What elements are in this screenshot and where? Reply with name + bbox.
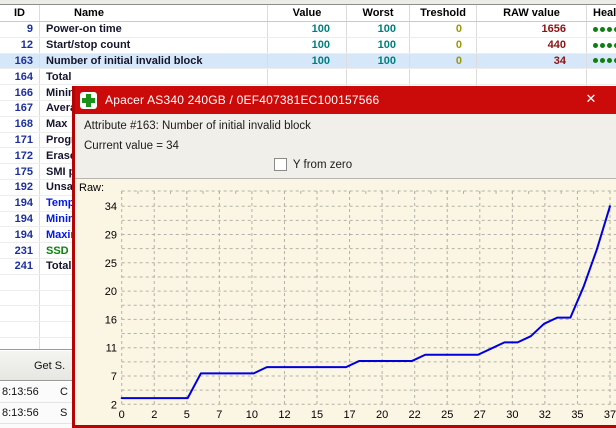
health-dots bbox=[587, 54, 616, 69]
log-message: S bbox=[60, 407, 68, 419]
y-from-zero-checkbox[interactable] bbox=[273, 158, 287, 171]
svg-text:30: 30 bbox=[506, 409, 518, 421]
svg-text:32: 32 bbox=[539, 409, 551, 421]
header-name[interactable]: Name bbox=[40, 5, 268, 21]
table-row[interactable]: 9 Power-on time 100 100 0 1656 bbox=[0, 22, 616, 38]
attribute-graph-dialog: Apacer AS340 240GB / 0EF407381EC10015756… bbox=[72, 86, 616, 428]
log-timestamp: 8:13:56 bbox=[2, 386, 39, 398]
svg-text:15: 15 bbox=[311, 409, 323, 421]
health-dot-icon bbox=[593, 58, 598, 64]
header-id[interactable]: ID bbox=[0, 5, 40, 21]
svg-text:22: 22 bbox=[409, 409, 421, 421]
svg-text:25: 25 bbox=[441, 409, 453, 421]
svg-text:17: 17 bbox=[343, 409, 355, 421]
health-dot-icon bbox=[593, 42, 598, 48]
attribute-label: Attribute #163: Number of initial invali… bbox=[84, 120, 311, 132]
svg-text:27: 27 bbox=[474, 409, 486, 421]
svg-text:5: 5 bbox=[184, 409, 190, 421]
y-from-zero-row: Y from zero bbox=[75, 158, 551, 171]
table-row[interactable]: 163 Number of initial invalid block 100 100… bbox=[0, 53, 616, 70]
y-from-zero-label: Y from zero bbox=[292, 158, 353, 171]
dialog-title: Apacer AS340 240GB / 0EF407381EC10015756… bbox=[105, 93, 380, 107]
svg-text:29: 29 bbox=[105, 230, 117, 242]
health-dot-icon bbox=[607, 58, 612, 64]
table-row[interactable]: 12 Start/stop count 100 100 0 440 bbox=[0, 37, 616, 54]
health-cross-icon bbox=[80, 91, 97, 109]
health-dots bbox=[587, 69, 616, 84]
header-value[interactable]: Value bbox=[268, 5, 347, 21]
health-dots bbox=[587, 22, 616, 37]
app-window: ID Name Value Worst Treshold RAW value H… bbox=[0, 0, 616, 428]
svg-text:35: 35 bbox=[571, 409, 583, 421]
dialog-titlebar[interactable]: Apacer AS340 240GB / 0EF407381EC10015756… bbox=[75, 86, 616, 114]
health-dot-icon bbox=[593, 26, 598, 32]
table-row[interactable]: 164 Total bbox=[0, 69, 616, 86]
health-dot-icon bbox=[600, 42, 605, 48]
svg-text:12: 12 bbox=[278, 409, 290, 421]
header-worst[interactable]: Worst bbox=[347, 5, 410, 21]
header-health[interactable]: Health bbox=[587, 5, 616, 21]
get-smart-button[interactable]: Get S. bbox=[34, 360, 65, 372]
raw-axis-label: Raw: bbox=[79, 182, 105, 194]
svg-text:34: 34 bbox=[105, 201, 117, 213]
svg-text:2: 2 bbox=[111, 399, 117, 411]
health-dot-icon bbox=[600, 26, 605, 32]
dialog-info-section: Attribute #163: Number of initial invali… bbox=[75, 114, 616, 178]
health-dots bbox=[587, 38, 616, 53]
log-message: C bbox=[60, 386, 68, 398]
svg-text:11: 11 bbox=[106, 343, 117, 355]
health-dot-icon bbox=[607, 42, 612, 48]
header-raw-value[interactable]: RAW value bbox=[477, 5, 587, 21]
svg-text:20: 20 bbox=[376, 409, 388, 421]
line-chart-canvas: 271116202529340 2 5 7 10 12 15 17 20 22 25 27 30 32 35… bbox=[105, 190, 616, 421]
raw-value-chart: Raw: 2 7 11 16 20 25 29 34 0 2 5 7 10 12 15 17 20 22 25 27 3… bbox=[75, 178, 616, 425]
svg-text:25: 25 bbox=[105, 258, 117, 270]
header-treshold[interactable]: Treshold bbox=[410, 5, 477, 21]
current-value-label: Current value = 34 bbox=[84, 140, 179, 152]
close-icon[interactable]: ✕ bbox=[583, 90, 599, 108]
svg-text:16: 16 bbox=[105, 314, 117, 326]
svg-text:7: 7 bbox=[111, 371, 117, 383]
health-dot-icon bbox=[607, 26, 612, 32]
log-timestamp: 8:13:56 bbox=[2, 407, 39, 419]
svg-text:2: 2 bbox=[151, 409, 157, 421]
svg-text:0: 0 bbox=[119, 409, 125, 421]
svg-text:37: 37 bbox=[604, 409, 616, 421]
table-header-row: ID Name Value Worst Treshold RAW value H… bbox=[0, 5, 616, 22]
svg-text:7: 7 bbox=[216, 409, 222, 421]
svg-text:20: 20 bbox=[105, 286, 117, 298]
health-dot-icon bbox=[600, 58, 605, 64]
svg-text:10: 10 bbox=[246, 409, 258, 421]
